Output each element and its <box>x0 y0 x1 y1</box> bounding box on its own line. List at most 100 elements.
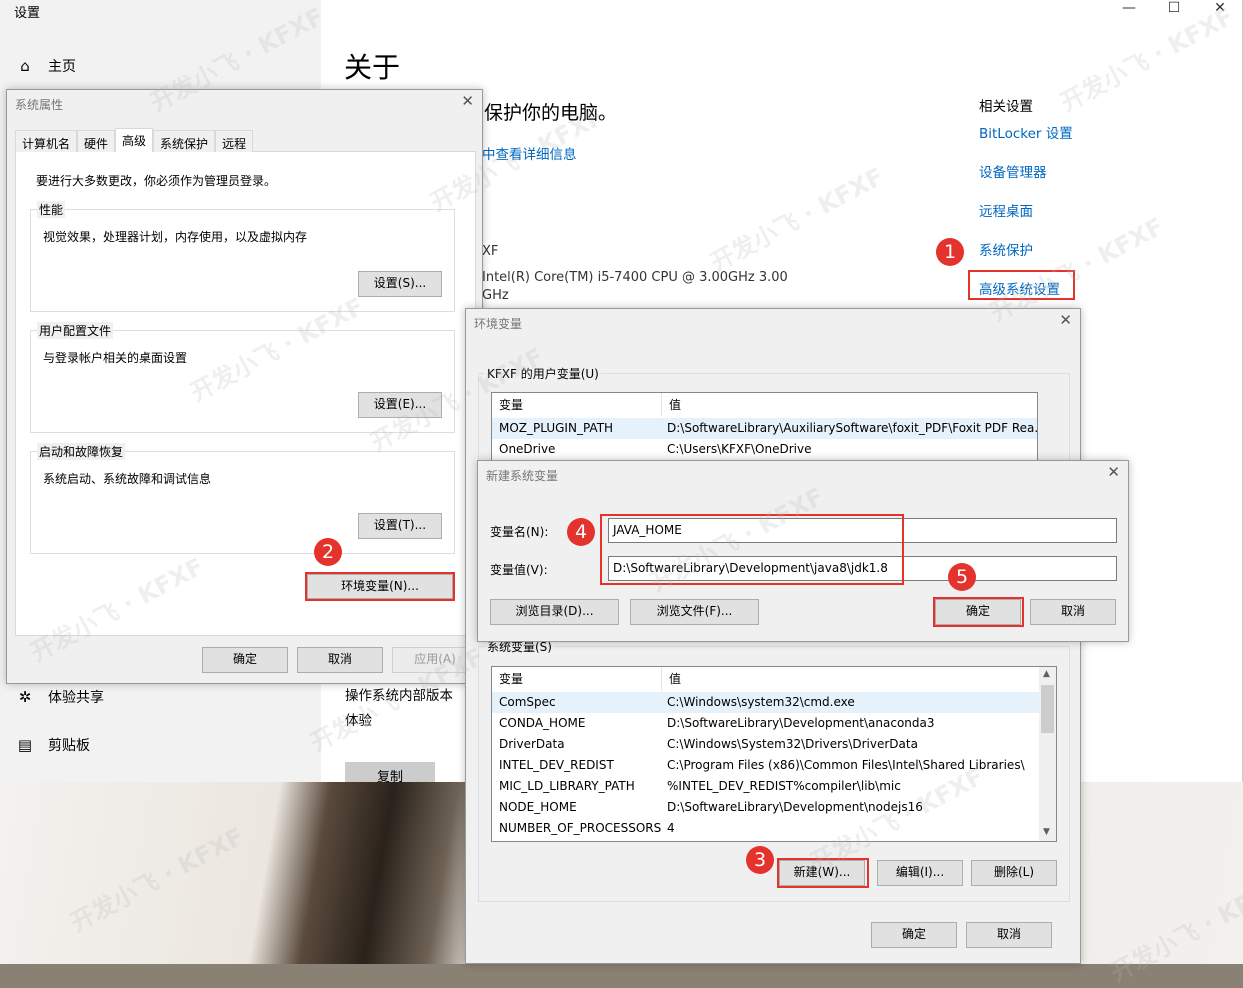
minimize-button[interactable]: — <box>1106 0 1152 20</box>
var-value: D:\SoftwareLibrary\Development\nodejs16 <box>667 800 923 814</box>
nav-item-label: 体验共享 <box>48 690 104 706</box>
user-profiles-group: 用户配置文件 与登录帐户相关的桌面设置 设置(E)... <box>30 322 455 433</box>
vertical-scrollbar[interactable]: ▲ ▼ <box>1039 667 1056 841</box>
step-badge-3: 3 <box>746 846 774 874</box>
browse-directory-button[interactable]: 浏览目录(D)... <box>490 599 619 625</box>
tab-remote[interactable]: 远程 <box>215 130 254 152</box>
var-name: DriverData <box>499 737 565 751</box>
remote-desktop-link[interactable]: 远程桌面 <box>979 200 1033 220</box>
table-row[interactable]: OneDrive C:\Users\KFXF\OneDrive <box>492 439 1037 460</box>
chevron-up-icon[interactable]: ▲ <box>1043 669 1050 679</box>
variable-value-label: 变量值(V): <box>490 563 548 577</box>
cancel-button[interactable]: 取消 <box>297 647 383 673</box>
column-header-value[interactable]: 值 <box>662 393 1037 417</box>
var-value: C:\Users\KFXF\OneDrive <box>667 442 812 456</box>
tab-hardware[interactable]: 硬件 <box>77 130 116 152</box>
group-label: 性能 <box>37 201 66 218</box>
close-button[interactable]: ✕ <box>1197 0 1243 20</box>
maximize-button[interactable]: ☐ <box>1151 0 1197 20</box>
dialog-title: 系统属性 <box>15 98 64 112</box>
copy-button[interactable]: 复制 <box>345 762 435 785</box>
experience-label: 体验 <box>345 713 372 729</box>
nav-item-shared[interactable]: ✲ 体验共享 <box>16 685 104 709</box>
var-name: NUMBER_OF_PROCESSORS <box>499 821 662 835</box>
system-variables-list[interactable]: 变量 值 ComSpec C:\Windows\system32\cmd.exe… <box>491 666 1057 842</box>
performance-settings-button[interactable]: 设置(S)... <box>358 271 442 297</box>
step-badge-2: 2 <box>314 538 342 566</box>
table-row[interactable]: CONDA_HOME D:\SoftwareLibrary\Developmen… <box>492 713 1041 734</box>
group-label: 启动和故障恢复 <box>37 443 126 460</box>
table-row[interactable]: NODE_HOME D:\SoftwareLibrary\Development… <box>492 797 1041 818</box>
var-name: INTEL_DEV_REDIST <box>499 758 614 772</box>
tab-system-protection[interactable]: 系统保护 <box>153 130 216 152</box>
related-settings-heading: 相关设置 <box>979 99 1033 115</box>
close-icon[interactable]: ✕ <box>1107 463 1120 481</box>
chevron-down-icon[interactable]: ▼ <box>1043 827 1050 837</box>
close-icon[interactable]: ✕ <box>1059 311 1072 329</box>
protect-text: 保护你的电脑。 <box>484 102 618 124</box>
highlight-box <box>305 572 455 601</box>
var-name: CONDA_HOME <box>499 716 586 730</box>
var-name: NODE_HOME <box>499 800 577 814</box>
device-name-value: XF <box>482 244 499 259</box>
dialog-title: 新建系统变量 <box>486 469 559 483</box>
device-manager-link[interactable]: 设备管理器 <box>979 161 1047 181</box>
cancel-button[interactable]: 取消 <box>1030 599 1116 625</box>
column-header-value[interactable]: 值 <box>662 667 1041 691</box>
highlight-box <box>968 270 1075 300</box>
var-value: C:\Windows\System32\Drivers\DriverData <box>667 737 918 751</box>
step-badge-4: 4 <box>567 518 595 546</box>
step-badge-1: 1 <box>936 238 964 266</box>
admin-note: 要进行大多数更改，你必须作为管理员登录。 <box>36 174 277 188</box>
var-name: OneDrive <box>499 442 556 456</box>
nav-item-clipboard[interactable]: ▤ 剪贴板 <box>16 733 90 757</box>
system-properties-dialog: 系统属性 ✕ 要进行大多数更改，你必须作为管理员登录。 性能 视觉效果，处理器计… <box>6 89 483 684</box>
table-row[interactable]: ComSpec C:\Windows\system32\cmd.exe <box>492 692 1041 713</box>
table-row[interactable]: MOZ_PLUGIN_PATH D:\SoftwareLibrary\Auxil… <box>492 418 1037 439</box>
highlight-box <box>600 514 904 585</box>
tab-panel-advanced: 要进行大多数更改，你必须作为管理员登录。 性能 视觉效果，处理器计划，内存使用，… <box>15 151 476 636</box>
group-desc: 视觉效果，处理器计划，内存使用，以及虚拟内存 <box>43 230 308 244</box>
processor-value: Intel(R) Core(TM) i5-7400 CPU @ 3.00GHz … <box>482 270 788 285</box>
highlight-box <box>777 858 869 888</box>
table-row[interactable]: NUMBER_OF_PROCESSORS 4 <box>492 818 1041 839</box>
nav-item-label: 剪贴板 <box>48 738 90 754</box>
nav-item-label: 主页 <box>48 59 76 75</box>
var-value: %INTEL_DEV_REDIST%compiler\lib\mic <box>667 779 901 793</box>
browse-file-button[interactable]: 浏览文件(F)... <box>630 599 759 625</box>
group-label: KFXF 的用户变量(U) <box>485 365 601 382</box>
startup-settings-button[interactable]: 设置(T)... <box>358 513 442 539</box>
var-value: C:\Program Files (x86)\Common Files\Inte… <box>667 758 1025 772</box>
ok-button[interactable]: 确定 <box>871 922 957 948</box>
table-row[interactable]: DriverData C:\Windows\System32\Drivers\D… <box>492 734 1041 755</box>
nav-item-home[interactable]: ⌂ 主页 <box>16 54 76 78</box>
edit-variable-button[interactable]: 编辑(I)... <box>877 860 963 886</box>
ok-button[interactable]: 确定 <box>202 647 288 673</box>
tab-advanced[interactable]: 高级 <box>115 128 154 152</box>
table-row[interactable]: INTEL_DEV_REDIST C:\Program Files (x86)\… <box>492 755 1041 776</box>
group-label: 用户配置文件 <box>37 322 114 339</box>
dialog-title: 环境变量 <box>474 317 523 331</box>
cancel-button[interactable]: 取消 <box>966 922 1052 948</box>
startup-recovery-group: 启动和故障恢复 系统启动、系统故障和调试信息 设置(T)... <box>30 443 455 554</box>
var-value: 4 <box>667 821 675 835</box>
profiles-settings-button[interactable]: 设置(E)... <box>358 392 442 418</box>
var-name: ComSpec <box>499 695 556 709</box>
user-variables-list[interactable]: 变量 值 MOZ_PLUGIN_PATH D:\SoftwareLibrary\… <box>491 392 1038 462</box>
close-icon[interactable]: ✕ <box>461 92 474 110</box>
details-link[interactable]: 中查看详细信息 <box>482 143 577 163</box>
scrollbar-thumb[interactable] <box>1041 685 1054 733</box>
performance-group: 性能 视觉效果，处理器计划，内存使用，以及虚拟内存 设置(S)... <box>30 201 455 312</box>
step-badge-5: 5 <box>948 563 976 591</box>
bitlocker-link[interactable]: BitLocker 设置 <box>979 122 1073 142</box>
column-header-variable[interactable]: 变量 <box>492 393 662 417</box>
column-header-variable[interactable]: 变量 <box>492 667 662 691</box>
tab-computer-name[interactable]: 计算机名 <box>15 130 78 152</box>
delete-variable-button[interactable]: 删除(L) <box>971 860 1057 886</box>
share-icon: ✲ <box>18 688 32 706</box>
table-row[interactable]: MIC_LD_LIBRARY_PATH %INTEL_DEV_REDIST%co… <box>492 776 1041 797</box>
var-value: C:\Windows\system32\cmd.exe <box>667 695 855 709</box>
system-protection-link[interactable]: 系统保护 <box>979 239 1033 259</box>
group-desc: 系统启动、系统故障和调试信息 <box>43 472 212 486</box>
group-desc: 与登录帐户相关的桌面设置 <box>43 351 188 365</box>
